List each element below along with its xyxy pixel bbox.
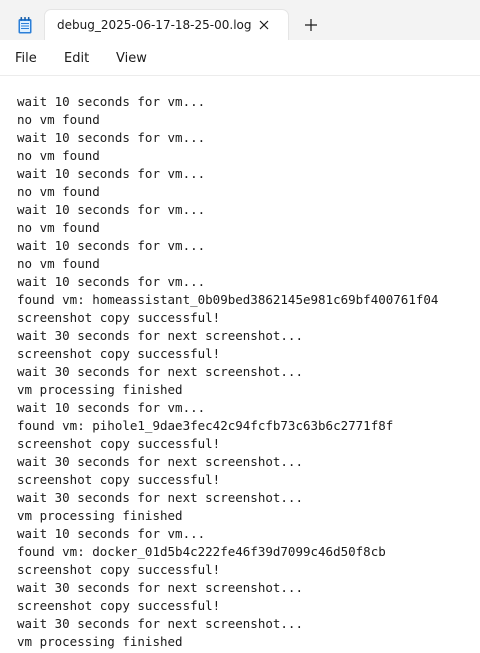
menu-file[interactable]: File xyxy=(15,51,37,66)
notepad-icon xyxy=(18,17,32,34)
log-line: wait 30 seconds for next screenshot... xyxy=(17,454,303,469)
text-editor[interactable]: wait 10 seconds for vm... no vm found wait… xyxy=(0,77,480,653)
log-line: screenshot copy successful! xyxy=(17,346,221,361)
log-line: wait 30 seconds for next screenshot... xyxy=(17,328,303,343)
log-line: screenshot copy successful! xyxy=(17,598,221,613)
log-line: screenshot copy successful! xyxy=(17,472,221,487)
log-line: vm processing finished xyxy=(17,634,183,649)
log-line: wait 30 seconds for next screenshot... xyxy=(17,616,303,631)
menu-bar: File Edit View xyxy=(0,40,480,76)
log-line: screenshot copy successful! xyxy=(17,436,221,451)
log-line: wait 10 seconds for vm... xyxy=(17,238,206,253)
menu-edit[interactable]: Edit xyxy=(64,51,89,66)
log-line: wait 10 seconds for vm... xyxy=(17,274,206,289)
tab-debug-log[interactable]: debug_2025-06-17-18-25-00.log xyxy=(45,10,288,41)
menu-view[interactable]: View xyxy=(116,51,147,66)
log-line: wait 30 seconds for next screenshot... xyxy=(17,364,303,379)
log-line: wait 30 seconds for next screenshot... xyxy=(17,580,303,595)
log-line: wait 10 seconds for vm... xyxy=(17,526,206,541)
log-line: no vm found xyxy=(17,112,100,127)
log-line: wait 10 seconds for vm... xyxy=(17,400,206,415)
log-line: found vm: docker_01d5b4c222fe46f39d7099c… xyxy=(17,544,386,559)
log-line: wait 10 seconds for vm... xyxy=(17,94,206,109)
log-line: wait 30 seconds for next screenshot... xyxy=(17,490,303,505)
log-line: no vm found xyxy=(17,256,100,271)
log-line: found vm: pihole1_9dae3fec42c94fcfb73c63… xyxy=(17,418,394,433)
log-line: no vm found xyxy=(17,220,100,235)
log-content: wait 10 seconds for vm... no vm found wait… xyxy=(17,93,438,651)
log-line: wait 10 seconds for vm... xyxy=(17,130,206,145)
tab-title: debug_2025-06-17-18-25-00.log xyxy=(57,18,252,32)
log-line: found vm: homeassistant_0b09bed3862145e9… xyxy=(17,292,439,307)
log-line: wait 10 seconds for vm... xyxy=(17,166,206,181)
log-line: no vm found xyxy=(17,184,100,199)
log-line: vm processing finished xyxy=(17,382,183,397)
log-line: screenshot copy successful! xyxy=(17,310,221,325)
log-line: screenshot copy successful! xyxy=(17,562,221,577)
plus-icon[interactable] xyxy=(301,15,321,35)
log-line: vm processing finished xyxy=(17,508,183,523)
log-line: no vm found xyxy=(17,148,100,163)
log-line: wait 10 seconds for vm... xyxy=(17,202,206,217)
close-icon[interactable] xyxy=(255,16,273,34)
title-bar: debug_2025-06-17-18-25-00.log xyxy=(0,0,480,41)
